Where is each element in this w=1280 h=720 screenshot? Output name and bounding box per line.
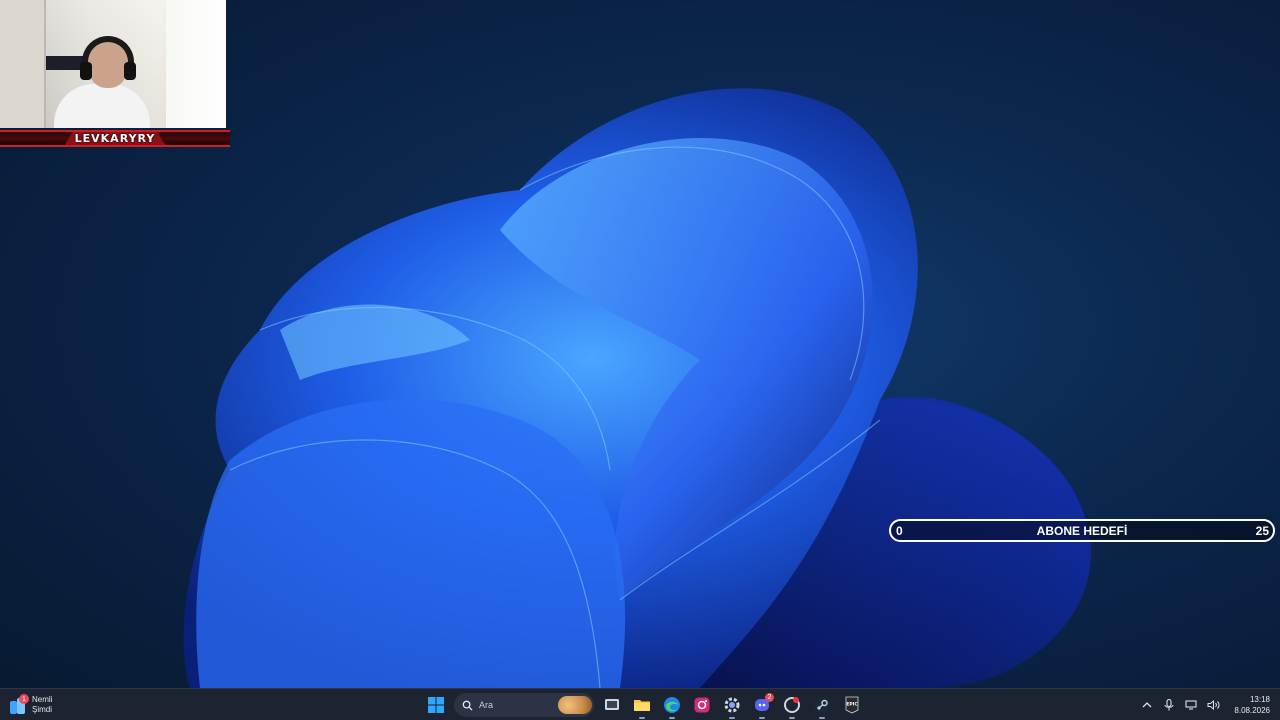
clock-date: 8.08.2026 — [1234, 706, 1270, 715]
edge-icon — [664, 697, 680, 713]
headset-cup-right — [124, 62, 136, 80]
clock[interactable]: 13:18 8.08.2026 — [1234, 694, 1270, 716]
instagram-button[interactable] — [690, 693, 714, 717]
subscriber-goal-bar: 0 ABONE HEDEFİ 25 — [889, 519, 1275, 542]
file-explorer-button[interactable] — [630, 693, 654, 719]
task-view-button[interactable] — [600, 693, 624, 717]
gear-icon — [724, 697, 740, 713]
volume-button[interactable] — [1206, 698, 1220, 712]
microphone-button[interactable] — [1162, 698, 1176, 712]
streamer-name: LEVKARYRY — [74, 132, 156, 145]
system-tray: 13:18 8.08.2026 — [1140, 692, 1270, 718]
webcam-monitor — [46, 56, 84, 70]
goal-label: ABONE HEDEFİ — [1036, 524, 1128, 538]
app-red-button[interactable] — [780, 693, 804, 719]
microphone-icon — [1164, 699, 1174, 711]
clock-time: 13:18 — [1249, 695, 1270, 704]
edge-button[interactable] — [660, 693, 684, 719]
webcam-overlay — [0, 0, 226, 128]
search-icon — [462, 700, 473, 711]
search-highlight-icon — [558, 696, 592, 714]
network-button[interactable] — [1184, 698, 1198, 712]
taskbar-apps: Ara 2 EPIC — [424, 692, 864, 719]
steam-button[interactable] — [810, 693, 834, 719]
epic-games-icon: EPIC — [845, 696, 859, 714]
windows-icon — [428, 697, 444, 713]
task-view-icon — [605, 699, 619, 710]
speaker-icon — [1207, 700, 1220, 710]
name-plate: LEVKARYRY — [64, 132, 166, 145]
epic-games-button[interactable]: EPIC — [840, 693, 864, 717]
network-icon — [1185, 700, 1197, 710]
start-button[interactable] — [424, 693, 448, 717]
widget-badge: 1 — [19, 694, 29, 704]
taskbar: 1 Nemli Şimdi Ara 2 EPIC 13:18 8.08.2026 — [0, 688, 1280, 720]
discord-button[interactable]: 2 — [750, 693, 774, 719]
chevron-up-icon — [1142, 702, 1152, 708]
discord-badge: 2 — [765, 693, 774, 702]
settings-button[interactable] — [720, 693, 744, 719]
epic-games-label: EPIC — [846, 702, 858, 708]
widget-title: Nemli — [32, 695, 53, 704]
weather-icon: 1 — [10, 694, 29, 714]
weather-widget[interactable]: 1 Nemli Şimdi — [10, 692, 52, 718]
instagram-icon — [694, 697, 710, 713]
webcam-door — [0, 0, 46, 128]
headset-cup-left — [80, 62, 92, 80]
show-hidden-icons-button[interactable] — [1140, 698, 1154, 712]
folder-icon — [634, 700, 650, 711]
search-placeholder: Ara — [479, 700, 494, 710]
widget-subtitle: Şimdi — [32, 705, 53, 714]
webcam-window — [166, 0, 226, 128]
red-app-icon — [784, 697, 800, 713]
streamer-name-bar: LEVKARYRY — [0, 130, 230, 147]
steam-icon — [814, 697, 830, 713]
taskbar-search[interactable]: Ara — [454, 693, 594, 717]
